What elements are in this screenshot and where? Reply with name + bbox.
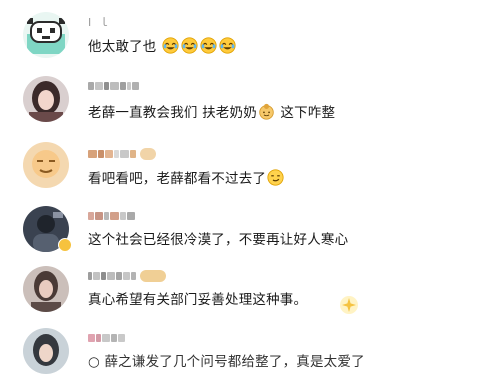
comment-text: 他太敢了也: [88, 37, 237, 56]
cartoon-avatar-image: [23, 12, 69, 58]
username-blurred[interactable]: [88, 268, 166, 284]
username[interactable]: I ｌ: [88, 14, 112, 30]
username-blurred[interactable]: [88, 330, 125, 346]
comment-text: 老薛一直教会我们 扶老奶奶 这下咋整: [88, 103, 335, 122]
smirk-emoji: [267, 169, 284, 186]
blurred-username: [88, 150, 136, 158]
comment-text-content: 这下咋整: [275, 105, 336, 121]
laugh-cry-emoji: [181, 37, 198, 54]
blurred-avatar-image: [23, 142, 69, 188]
comment-item: 真心希望有关部门妥善处理这种事。: [0, 262, 480, 324]
comment-item: 老薛一直教会我们 扶老奶奶 这下咋整: [0, 70, 480, 138]
comment-text: 这个社会已经很冷漠了，不要再让好人寒心: [88, 231, 348, 249]
username-blurred[interactable]: [88, 146, 156, 162]
user-badge-icon: [140, 270, 166, 282]
portrait-avatar-image: [23, 76, 69, 122]
comment-text: 真心希望有关部门妥善处理这种事。: [88, 291, 307, 309]
comment-text: ○ 薛之谦发了几个问号都给整了，真是太爱了: [88, 353, 365, 371]
portrait-avatar-image: [23, 328, 69, 374]
laugh-cry-emoji: [200, 37, 217, 54]
avatar[interactable]: [23, 142, 69, 188]
comment-item: 这个社会已经很冷漠了，不要再让好人寒心: [0, 202, 480, 262]
blurred-username: [88, 82, 139, 90]
avatar[interactable]: [23, 328, 69, 374]
user-badge-icon: [140, 148, 156, 160]
comment-item: I ｌ 他太敢了也: [0, 0, 480, 70]
username-blurred[interactable]: [88, 208, 135, 224]
comment-text-content: 看吧看吧，老薛都看不过去了: [88, 171, 267, 187]
avatar[interactable]: [23, 266, 69, 312]
comment-text-content: ○ 薛之谦发了几个问号都给整了，真是太爱了: [88, 354, 365, 370]
portrait-avatar-image: [23, 266, 69, 312]
username-blurred[interactable]: [88, 78, 139, 94]
comment-text: 看吧看吧，老薛都看不过去了: [88, 169, 285, 188]
laugh-cry-emoji: [162, 37, 179, 54]
grandma-emoji: [258, 103, 275, 120]
blurred-username: [88, 272, 136, 280]
avatar[interactable]: [23, 76, 69, 122]
sparkle-icon: [340, 296, 358, 314]
blurred-username: [88, 334, 125, 342]
comment-text-content: 他太敢了也: [88, 39, 157, 55]
comment-item: 看吧看吧，老薛都看不过去了: [0, 138, 480, 202]
comment-text-content: 这个社会已经很冷漠了，不要再让好人寒心: [88, 232, 349, 248]
username-text: I ｌ: [88, 16, 112, 29]
comment-text-content: 老薛一直教会我们 扶老奶奶: [88, 105, 257, 121]
comment-item: ○ 薛之谦发了几个问号都给整了，真是太爱了: [0, 324, 480, 374]
vip-badge-icon: [58, 238, 72, 252]
comment-text-content: 真心希望有关部门妥善处理这种事。: [88, 292, 308, 308]
avatar[interactable]: [23, 12, 69, 58]
blurred-username: [88, 212, 135, 220]
laugh-cry-emoji: [219, 37, 236, 54]
